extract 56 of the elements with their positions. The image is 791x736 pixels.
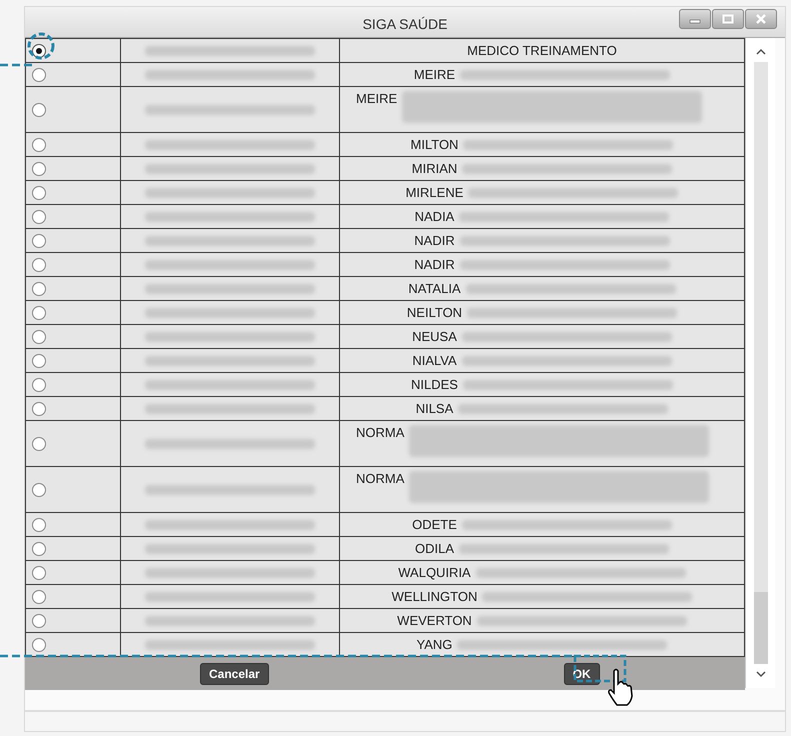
person-name: NATALIA — [408, 281, 461, 296]
minimize-button[interactable] — [679, 9, 711, 29]
radio-button[interactable] — [32, 68, 46, 82]
scroll-down-icon — [756, 670, 766, 678]
maximize-icon — [722, 14, 734, 24]
person-name: NADIR — [414, 233, 455, 248]
radio-button[interactable] — [32, 162, 46, 176]
close-button[interactable] — [745, 9, 777, 29]
radio-button[interactable] — [32, 518, 46, 532]
person-name: MILTON — [410, 137, 458, 152]
cancel-button[interactable]: Cancelar — [200, 662, 269, 684]
scrollbar[interactable] — [745, 38, 775, 688]
person-name: NILDES — [411, 377, 458, 392]
radio-button[interactable] — [32, 210, 46, 224]
radio-button[interactable] — [32, 186, 46, 200]
radio-button[interactable] — [32, 306, 46, 320]
window-title: SIGA SAÚDE — [362, 16, 448, 34]
radio-button[interactable] — [32, 542, 46, 556]
radio-button[interactable] — [32, 282, 46, 296]
person-name: MEIRE — [414, 67, 456, 82]
person-name: MEDICO TREINAMENTO — [467, 43, 617, 58]
person-name: ODETE — [412, 517, 457, 532]
person-name: NEUSA — [412, 329, 457, 344]
radio-button[interactable] — [32, 234, 46, 248]
radio-button[interactable] — [32, 566, 46, 580]
radio-button[interactable] — [32, 102, 46, 116]
person-name: NADIR — [414, 257, 455, 272]
person-name: WELLINGTON — [392, 589, 478, 604]
radio-button[interactable] — [32, 44, 46, 58]
person-name: WALQUIRIA — [398, 565, 471, 580]
person-name: YANG — [416, 637, 452, 652]
person-name: NORMA — [356, 471, 404, 486]
person-name: NIALVA — [412, 353, 457, 368]
radio-button[interactable] — [32, 590, 46, 604]
radio-button[interactable] — [32, 402, 46, 416]
person-name: NADIA — [414, 209, 454, 224]
radio-button[interactable] — [32, 638, 46, 652]
person-name: NORMA — [356, 425, 404, 440]
radio-button[interactable] — [32, 482, 46, 496]
radio-button[interactable] — [32, 354, 46, 368]
person-name: NILSA — [416, 401, 454, 416]
radio-button[interactable] — [32, 138, 46, 152]
person-name: MIRLENE — [406, 185, 464, 200]
person-name: ODILA — [414, 541, 454, 556]
person-name: WEVERTON — [397, 613, 472, 628]
radio-button[interactable] — [32, 258, 46, 272]
radio-button[interactable] — [32, 330, 46, 344]
scroll-up-icon — [756, 48, 766, 56]
person-name: MEIRE — [356, 91, 398, 106]
radio-button[interactable] — [32, 614, 46, 628]
radio-button[interactable] — [32, 378, 46, 392]
person-name: NEILTON — [406, 305, 462, 320]
person-name: MIRIAN — [412, 161, 458, 176]
maximize-button[interactable] — [712, 9, 744, 29]
radio-button[interactable] — [32, 436, 46, 450]
close-icon — [755, 14, 767, 24]
